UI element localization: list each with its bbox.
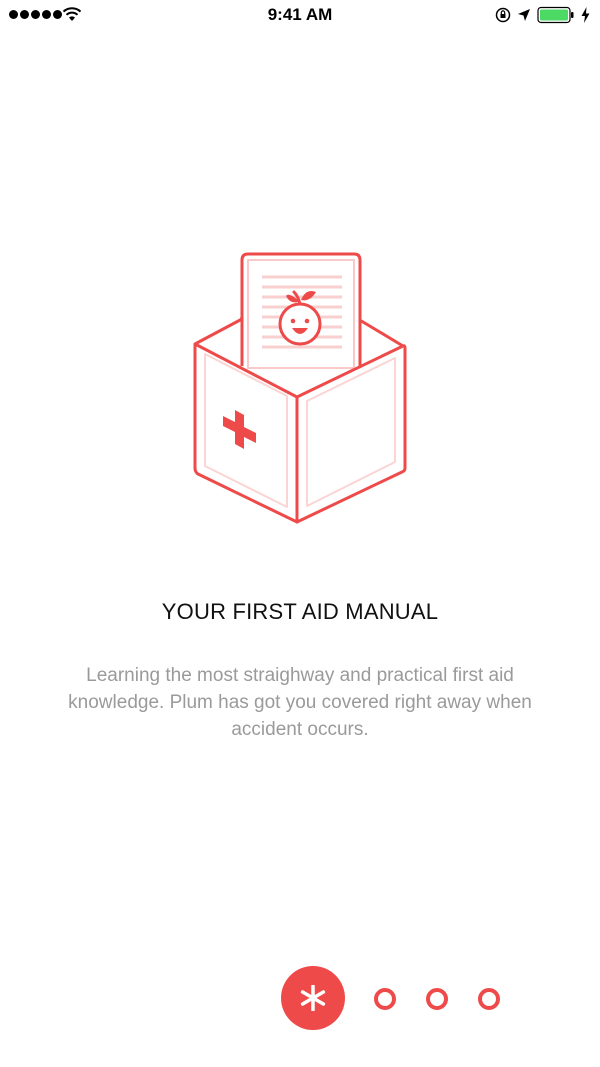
pager-dot-3[interactable] [426, 988, 448, 1010]
orientation-lock-icon [495, 7, 511, 23]
status-bar: 9:41 AM [0, 0, 600, 34]
charging-bolt-icon [581, 7, 590, 23]
pager-dot-4[interactable] [478, 988, 500, 1010]
page-description: Learning the most straighway and practic… [68, 665, 532, 740]
page-title: YOUR FIRST AID MANUAL [161, 599, 439, 624]
location-arrow-icon [518, 9, 530, 21]
battery-icon [537, 6, 574, 24]
asterisk-icon [300, 985, 326, 1011]
first-aid-box-illustration [193, 252, 407, 524]
page-indicator [0, 966, 600, 1032]
pager-active-page[interactable] [281, 966, 345, 1030]
pager-dot-2[interactable] [374, 988, 396, 1010]
